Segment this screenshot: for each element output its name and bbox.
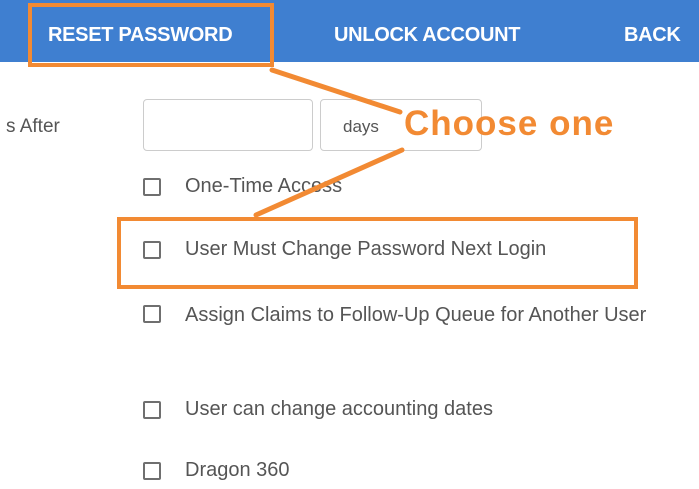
accounting-dates-label: User can change accounting dates (185, 398, 493, 420)
change-password-checkbox[interactable] (143, 241, 161, 259)
change-password-label: User Must Change Password Next Login (185, 238, 547, 260)
dragon-360-label: Dragon 360 (185, 459, 290, 481)
unlock-account-button[interactable]: UNLOCK ACCOUNT (334, 0, 520, 62)
one-time-access-label: One-Time Access (185, 175, 343, 197)
reset-password-button[interactable]: RESET PASSWORD (48, 0, 233, 62)
expiry-number-input[interactable] (143, 99, 313, 151)
dragon-360-checkbox[interactable] (143, 462, 161, 480)
accounting-dates-checkbox[interactable] (143, 401, 161, 419)
action-toolbar: RESET PASSWORD UNLOCK ACCOUNT BACK (0, 0, 699, 62)
expiry-unit-select[interactable]: days (320, 99, 482, 151)
assign-claims-label: Assign Claims to Follow-Up Queue for Ano… (185, 304, 647, 326)
one-time-access-checkbox[interactable] (143, 178, 161, 196)
expiry-unit-value: days (343, 117, 379, 136)
back-button[interactable]: BACK (624, 0, 681, 62)
expiry-label: s After (6, 116, 60, 137)
